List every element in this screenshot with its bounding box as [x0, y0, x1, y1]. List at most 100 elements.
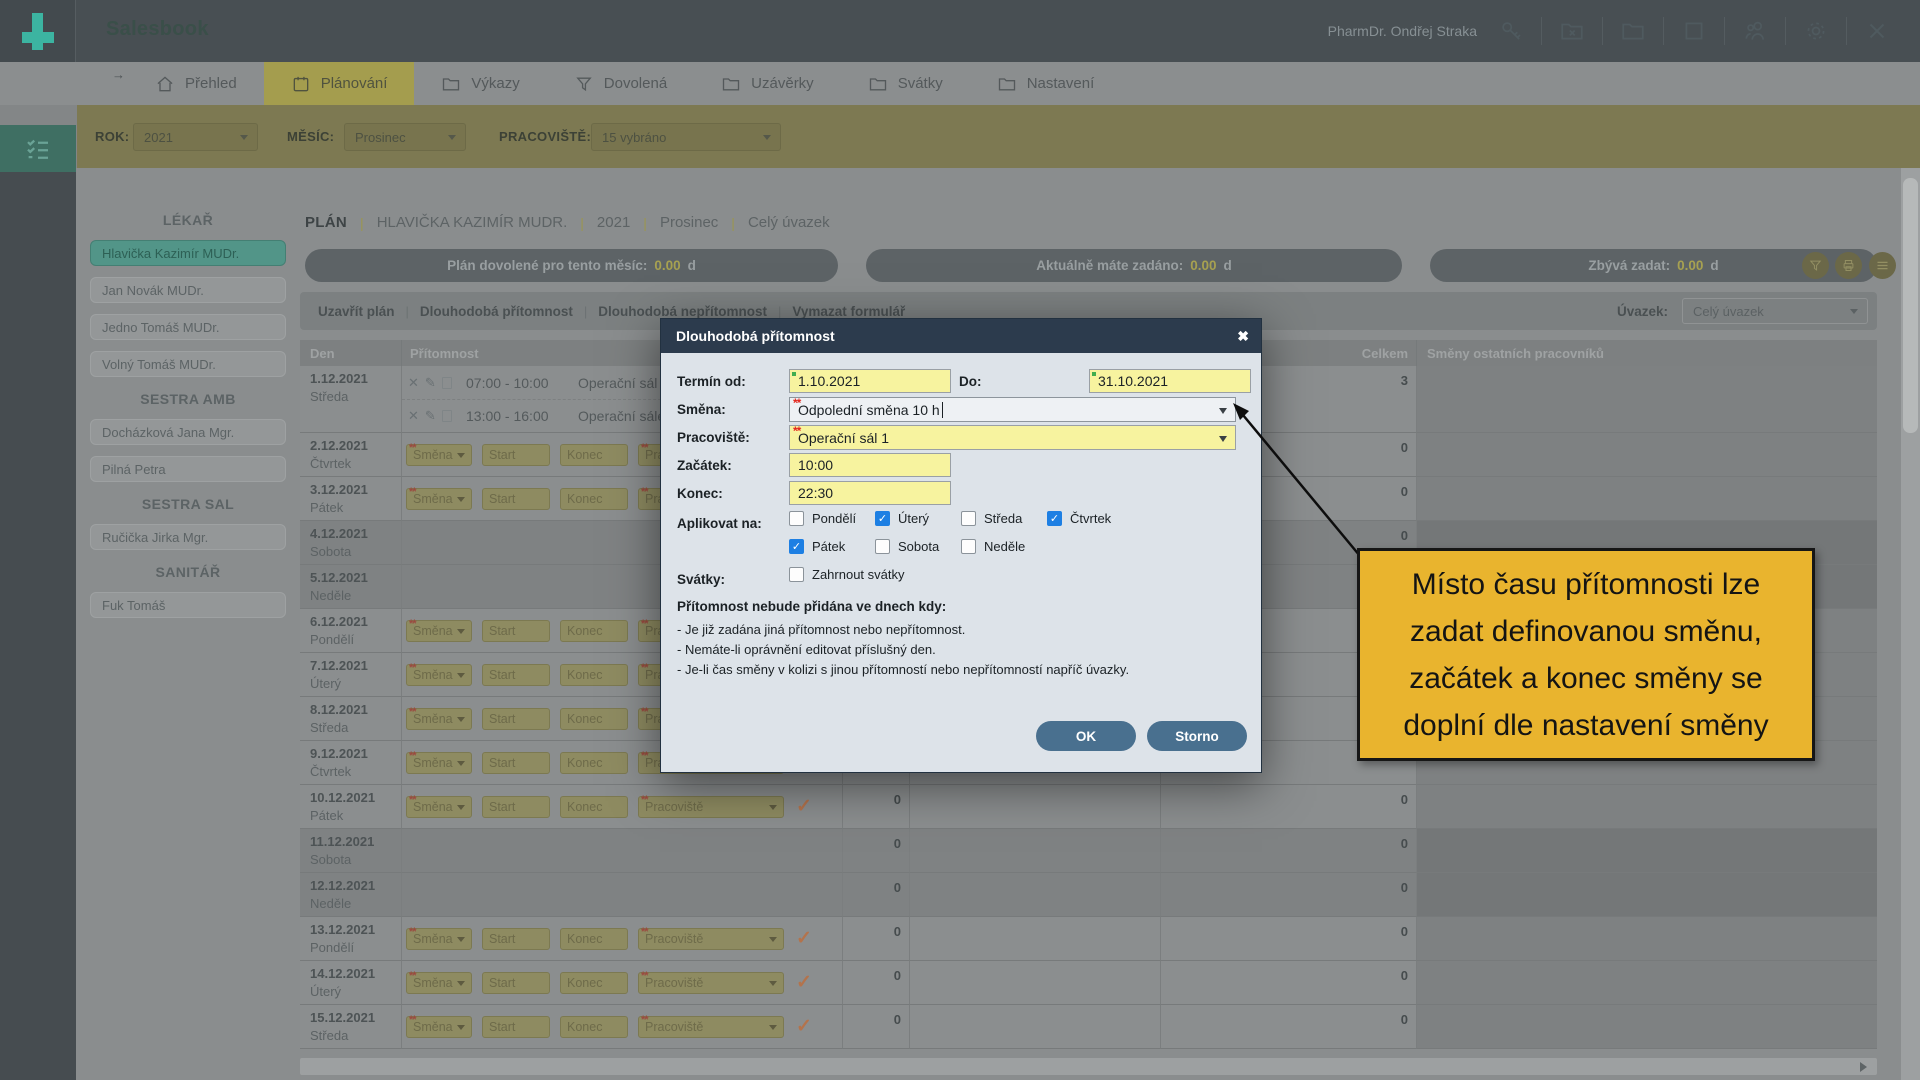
year-select[interactable]: 2021 — [133, 123, 258, 151]
tab-svátky[interactable]: Svátky — [841, 62, 970, 105]
workplace-select[interactable]: **Pracoviště — [638, 796, 784, 818]
copy-entry-icon[interactable] — [442, 377, 452, 389]
day-checkbox-pondělí[interactable]: Pondělí — [789, 511, 875, 526]
start-input[interactable]: Start — [482, 972, 550, 994]
action-link[interactable]: Uzavřít plán — [318, 304, 395, 319]
checkbox[interactable] — [961, 539, 976, 554]
confirm-day-button[interactable]: ✓ — [796, 927, 812, 950]
day-checkbox-úterý[interactable]: ✓Úterý — [875, 511, 961, 526]
worker-list-toggle-button[interactable] — [0, 125, 76, 172]
start-input[interactable]: Start — [482, 752, 550, 774]
worker-item[interactable]: Hlavička Kazimír MUDr. — [90, 240, 286, 266]
shift-select[interactable]: ** Odpolední směna 10 h — [789, 397, 1236, 422]
checkbox[interactable] — [961, 511, 976, 526]
copy-entry-icon[interactable] — [442, 410, 452, 422]
ok-button[interactable]: OK — [1036, 721, 1136, 751]
workplace-field-select[interactable]: ** Operační sál 1 — [789, 425, 1236, 450]
worker-item[interactable]: Jan Novák MUDr. — [90, 277, 286, 303]
workplace-select[interactable]: **Pracoviště — [638, 1016, 784, 1038]
menu-button[interactable] — [1869, 252, 1896, 279]
start-input[interactable]: Start — [482, 708, 550, 730]
confirm-day-button[interactable]: ✓ — [796, 1015, 812, 1038]
day-checkbox-sobota[interactable]: Sobota — [875, 539, 961, 554]
worker-item[interactable]: Pilná Petra — [90, 456, 286, 482]
shift-select[interactable]: **Směna — [406, 488, 472, 510]
day-checkbox-čtvrtek[interactable]: ✓Čtvrtek — [1047, 511, 1133, 526]
end-time-input[interactable]: 22:30 — [789, 481, 951, 505]
key-icon[interactable] — [1498, 18, 1524, 44]
tab-nastavení[interactable]: Nastavení — [970, 62, 1122, 105]
end-input[interactable]: Konec — [560, 796, 628, 818]
end-input[interactable]: Konec — [560, 972, 628, 994]
edit-entry-icon[interactable]: ✎ — [425, 408, 436, 424]
start-input[interactable]: Start — [482, 620, 550, 642]
start-input[interactable]: Start — [482, 1016, 550, 1038]
edit-entry-icon[interactable]: ✎ — [425, 375, 436, 391]
start-input[interactable]: Start — [482, 488, 550, 510]
end-input[interactable]: Konec — [560, 488, 628, 510]
start-input[interactable]: Start — [482, 444, 550, 466]
tab-přehled[interactable]: Přehled — [128, 62, 264, 105]
end-input[interactable]: Konec — [560, 752, 628, 774]
start-time-input[interactable]: 10:00 — [789, 453, 951, 477]
start-input[interactable]: Start — [482, 796, 550, 818]
workplace-select[interactable]: **Pracoviště — [638, 972, 784, 994]
filter-button[interactable] — [1802, 252, 1829, 279]
worker-item[interactable]: Docházková Jana Mgr. — [90, 419, 286, 445]
dialog-close-icon[interactable]: ✖ — [1237, 319, 1249, 353]
users-icon[interactable] — [1742, 18, 1768, 44]
worker-item[interactable]: Volný Tomáš MUDr. — [90, 351, 286, 377]
end-input[interactable]: Konec — [560, 444, 628, 466]
end-input[interactable]: Konec — [560, 708, 628, 730]
shift-select[interactable]: **Směna — [406, 796, 472, 818]
close-icon[interactable] — [1864, 18, 1890, 44]
confirm-day-button[interactable]: ✓ — [796, 971, 812, 994]
action-link[interactable]: Dlouhodobá nepřítomnost — [598, 304, 767, 319]
include-holidays-checkbox[interactable]: Zahrnout svátky — [789, 567, 905, 582]
horizontal-scrollbar[interactable] — [300, 1058, 1877, 1075]
tab-dovolená[interactable]: Dovolená — [547, 62, 694, 105]
storno-button[interactable]: Storno — [1147, 721, 1247, 751]
end-input[interactable]: Konec — [560, 928, 628, 950]
uvazek-select[interactable]: Celý úvazek — [1682, 298, 1868, 324]
collapse-arrow-icon[interactable]: → — [112, 67, 125, 82]
vertical-scrollbar-thumb[interactable] — [1903, 178, 1918, 433]
end-input[interactable]: Konec — [560, 1016, 628, 1038]
shift-select[interactable]: **Směna — [406, 620, 472, 642]
print-button[interactable] — [1835, 252, 1862, 279]
gear-icon[interactable] — [1803, 18, 1829, 44]
tab-plánování[interactable]: Plánování — [264, 62, 415, 105]
worker-item[interactable]: Jedno Tomáš MUDr. — [90, 314, 286, 340]
start-input[interactable]: Start — [482, 664, 550, 686]
tab-uzávěrky[interactable]: Uzávěrky — [694, 62, 841, 105]
worker-item[interactable]: Ručička Jirka Mgr. — [90, 524, 286, 550]
app-logo[interactable] — [0, 0, 76, 62]
date-to-input[interactable]: 31.10.2021 — [1089, 369, 1251, 393]
day-checkbox-neděle[interactable]: Neděle — [961, 539, 1047, 554]
shift-select[interactable]: **Směna — [406, 444, 472, 466]
folder-icon[interactable] — [1620, 18, 1646, 44]
workplace-select[interactable]: **Pracoviště — [638, 928, 784, 950]
delete-entry-icon[interactable]: ✕ — [408, 375, 419, 391]
date-from-input[interactable]: 1.10.2021 — [789, 369, 951, 393]
shift-select[interactable]: **Směna — [406, 972, 472, 994]
worker-item[interactable]: Fuk Tomáš — [90, 592, 286, 618]
tab-výkazy[interactable]: Výkazy — [414, 62, 546, 105]
delete-entry-icon[interactable]: ✕ — [408, 408, 419, 424]
shift-select[interactable]: **Směna — [406, 928, 472, 950]
end-input[interactable]: Konec — [560, 664, 628, 686]
shift-select[interactable]: **Směna — [406, 1016, 472, 1038]
shift-select[interactable]: **Směna — [406, 708, 472, 730]
end-input[interactable]: Konec — [560, 620, 628, 642]
scroll-right-arrow-icon[interactable] — [1860, 1062, 1872, 1072]
month-select[interactable]: Prosinec — [344, 123, 466, 151]
shift-select[interactable]: **Směna — [406, 664, 472, 686]
day-checkbox-středa[interactable]: Středa — [961, 511, 1047, 526]
checkbox[interactable]: ✓ — [875, 511, 890, 526]
checkbox[interactable] — [789, 511, 804, 526]
checkbox[interactable]: ✓ — [789, 539, 804, 554]
action-link[interactable]: Vymazat formulář — [792, 304, 905, 319]
action-link[interactable]: Dlouhodobá přítomnost — [420, 304, 573, 319]
day-checkbox-pátek[interactable]: ✓Pátek — [789, 539, 875, 554]
vertical-scrollbar[interactable] — [1901, 168, 1920, 1080]
